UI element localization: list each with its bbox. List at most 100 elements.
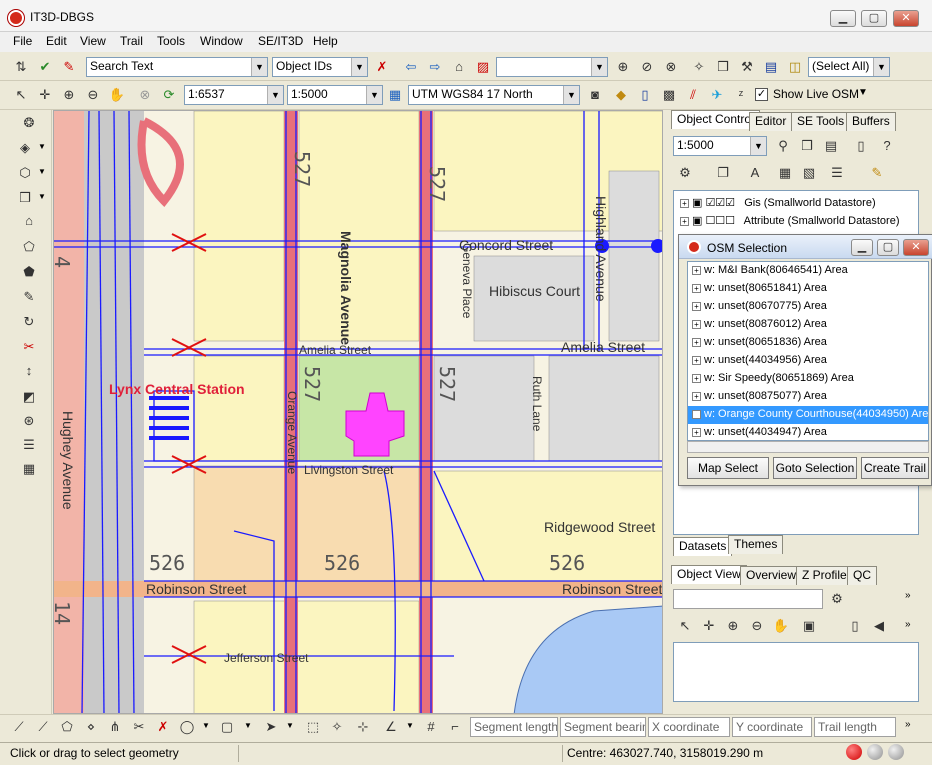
back-icon[interactable]: ◀	[870, 617, 888, 635]
view-icon[interactable]: ▣	[800, 617, 818, 635]
chevron-down-icon[interactable]: ▼	[244, 721, 252, 730]
zoom-search-icon[interactable]: ⊕	[614, 58, 632, 76]
chevron-down-icon[interactable]: ▼	[38, 167, 46, 176]
cube-icon[interactable]: ❒	[714, 58, 732, 76]
chevron-more-icon[interactable]: »	[905, 719, 911, 730]
dialog-close-button[interactable]: ✕	[903, 239, 929, 256]
corner-icon[interactable]: ⌐	[446, 718, 464, 736]
menu-view[interactable]: View	[80, 34, 106, 48]
height-icon[interactable]: ↕	[20, 362, 38, 380]
map-canvas[interactable]: Concord Street Hibiscus Court Amelia Str…	[53, 110, 663, 714]
grid-icon[interactable]: ▦	[20, 460, 38, 478]
vertex-icon[interactable]: ⋄	[82, 718, 100, 736]
help-icon[interactable]: ?	[878, 137, 896, 155]
eraser-icon[interactable]: ◆	[612, 86, 630, 104]
grid-icon[interactable]: #	[422, 718, 440, 736]
zoom-in-icon[interactable]: ⊕	[60, 86, 78, 104]
building-icon[interactable]: ⌂	[20, 212, 38, 230]
polygon-icon[interactable]: ⬠	[58, 718, 76, 736]
list-item[interactable]: + w: unset(80876012) Area	[688, 316, 928, 334]
toolbar-dropdown-icon[interactable]: ▼	[858, 87, 868, 98]
theme-icon[interactable]: ✎	[868, 164, 886, 182]
dialog-minimize-button[interactable]: ▁	[851, 239, 873, 256]
projection-combo[interactable]: UTM WGS84 17 North ▼	[408, 85, 580, 105]
binoculars-icon[interactable]: ⚲	[774, 137, 792, 155]
tab-se-tools[interactable]: SE Tools	[791, 112, 851, 131]
stop-icon[interactable]: ⊗	[136, 86, 154, 104]
tab-z-profile[interactable]: Z Profile	[796, 566, 853, 585]
datastore-item-attribute[interactable]: + ▣ ☐☐☐ Attribute (Smallworld Datastore)	[680, 214, 900, 227]
layer-tool-icon[interactable]: ⚙	[676, 164, 694, 182]
create-trail-button[interactable]: Create Trail	[861, 457, 929, 479]
cut-icon[interactable]: ✂	[130, 718, 148, 736]
select-tool-icon[interactable]: ⇅	[12, 58, 30, 76]
list-item[interactable]: + w: unset(80670775) Area	[688, 298, 928, 316]
list-icon[interactable]: ☰	[828, 164, 846, 182]
clear-icon[interactable]: ✎	[60, 58, 78, 76]
menu-window[interactable]: Window	[200, 34, 243, 48]
minimize-button[interactable]: ▁	[830, 10, 856, 27]
cube-icon[interactable]: ❒	[798, 137, 816, 155]
list-item[interactable]: + w: M&I Bank(80646541) Area	[688, 262, 928, 280]
list-item[interactable]: + w: unset(44034956) Area	[688, 352, 928, 370]
chevron-more-icon[interactable]: »	[905, 590, 911, 601]
circle-icon[interactable]: ◯	[178, 718, 196, 736]
shape-icon[interactable]: ⬡	[16, 164, 34, 182]
tab-buffers[interactable]: Buffers	[846, 112, 896, 131]
snap-icon[interactable]: ⊹	[354, 718, 372, 736]
z-axis-icon[interactable]: ᶻ	[732, 86, 750, 104]
delete-vertex-icon[interactable]: ✗	[154, 718, 172, 736]
reshape-icon[interactable]: ✧	[328, 718, 346, 736]
chevron-down-icon[interactable]: ▼	[286, 721, 294, 730]
tab-object-view[interactable]: Object View	[671, 565, 747, 584]
list-item[interactable]: + w: unset(80651841) Area	[688, 280, 928, 298]
print-icon[interactable]: ▤	[762, 58, 780, 76]
chevron-down-icon[interactable]: ▼	[38, 192, 46, 201]
bookmark-icon[interactable]: ▨	[474, 58, 492, 76]
home-icon[interactable]: ⌂	[450, 58, 468, 76]
tab-datasets[interactable]: Datasets	[673, 537, 733, 556]
arrow-icon[interactable]: ➤	[262, 718, 280, 736]
split-icon[interactable]: ⋔	[106, 718, 124, 736]
zoom-out-icon[interactable]: ⊖	[84, 86, 102, 104]
book-icon[interactable]: ▯	[636, 86, 654, 104]
menu-help[interactable]: Help	[313, 34, 338, 48]
stack-icon-2[interactable]: ▧	[800, 164, 818, 182]
angle-icon[interactable]: ∠	[382, 718, 400, 736]
menu-file[interactable]: File	[13, 34, 32, 48]
camera-icon[interactable]: ◙	[586, 86, 604, 104]
fixed-scale-combo[interactable]: 1:5000 ▼	[287, 85, 383, 105]
chevron-down-icon[interactable]: ▼	[38, 142, 46, 151]
polygon-icon[interactable]: ⬠	[20, 238, 38, 256]
delete-icon[interactable]: ✂	[20, 338, 38, 356]
polygon-edit-icon[interactable]: ⬟	[20, 263, 38, 281]
select-all-combo[interactable]: (Select All) ▼	[808, 57, 890, 77]
list-item[interactable]: + w: unset(44034947) Area	[688, 424, 928, 440]
rotate-icon[interactable]: ↻	[20, 313, 38, 331]
list-item[interactable]: + w: Sir Speedy(80651869) Area	[688, 370, 928, 388]
object-ids-combo[interactable]: Object IDs ▼	[272, 57, 368, 77]
table-icon[interactable]: ▤	[822, 137, 840, 155]
refresh-icon[interactable]: ⟳	[160, 86, 178, 104]
map-select-button[interactable]: Map Select	[687, 457, 769, 479]
polyline-icon[interactable]: ⟋	[10, 718, 28, 736]
tab-overview[interactable]: Overview	[740, 566, 803, 585]
select-area-icon[interactable]: ⬚	[304, 718, 322, 736]
x-coordinate-field[interactable]: X coordinate	[648, 717, 730, 737]
layers-icon[interactable]: ❂	[20, 114, 38, 132]
check-icon[interactable]: ✔	[36, 58, 54, 76]
back-arrow-icon[interactable]: ⇦	[402, 58, 420, 76]
stack-icon[interactable]: ▦	[776, 164, 794, 182]
close-button[interactable]: ✕	[893, 10, 919, 27]
zoom-options-icon[interactable]: ⊘	[638, 58, 656, 76]
history-combo[interactable]: ▼	[496, 57, 608, 77]
list-item-selected[interactable]: + w: Orange County Courthouse(44034950) A…	[688, 406, 928, 424]
goto-selection-button[interactable]: Goto Selection	[773, 457, 857, 479]
pan-hand-icon[interactable]: ✋	[108, 86, 126, 104]
render-icon[interactable]: ✧	[690, 58, 708, 76]
copy-icon[interactable]: ❐	[714, 164, 732, 182]
text-add-icon[interactable]: A	[746, 164, 764, 182]
zoom-out-icon[interactable]: ⊖	[748, 617, 766, 635]
measure-icon[interactable]: ◩	[20, 388, 38, 406]
object-view-icon[interactable]: ⚙	[828, 590, 846, 608]
